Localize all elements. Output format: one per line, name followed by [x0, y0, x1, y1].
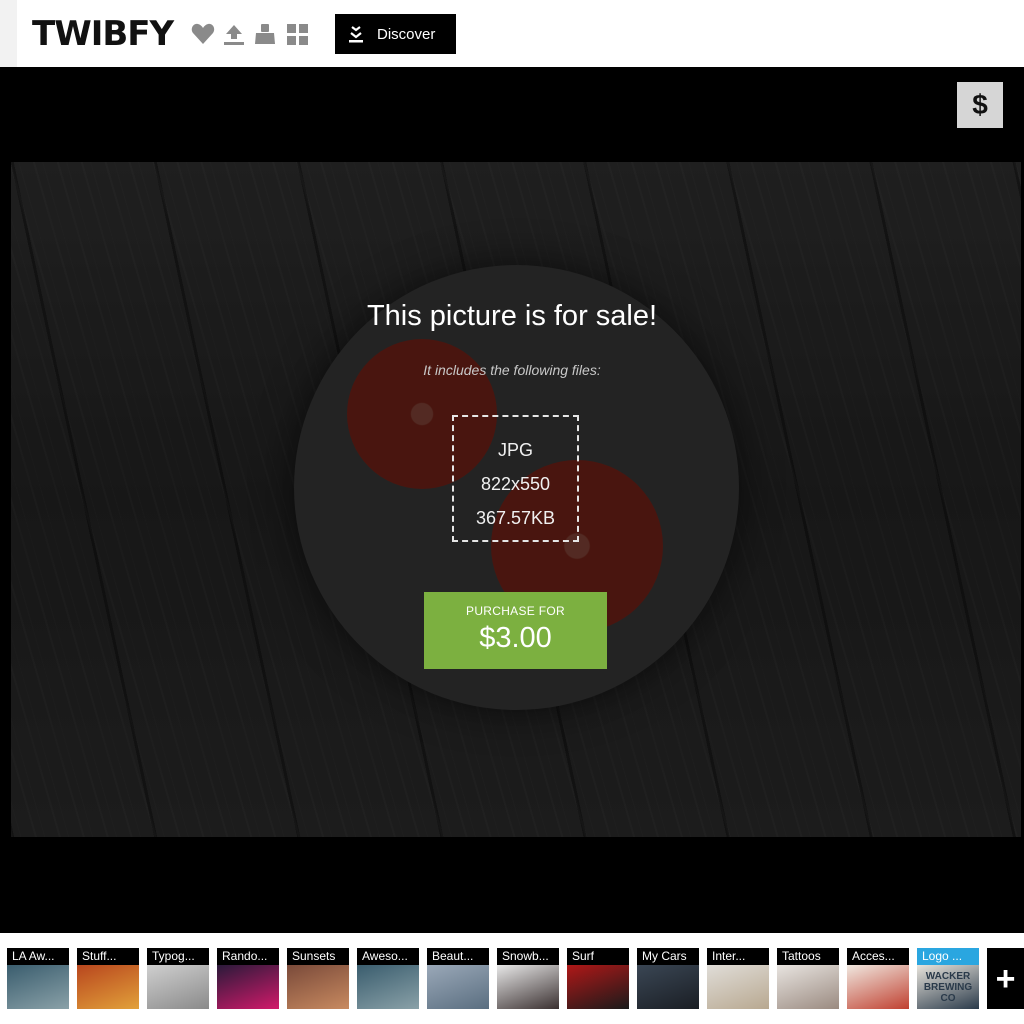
collection-thumbnail	[357, 965, 419, 1009]
collection-label: Surf	[567, 948, 629, 965]
header-edge	[0, 0, 17, 67]
collection-tile[interactable]: Tattoos	[777, 948, 839, 1009]
collection-thumbnail	[427, 965, 489, 1009]
file-type: JPG	[497, 440, 533, 460]
grid-icon[interactable]	[284, 20, 310, 48]
heart-icon[interactable]	[190, 20, 216, 48]
collection-label: Stuff...	[77, 948, 139, 965]
collection-thumbnail: WACKER BREWING CO	[917, 965, 979, 1009]
collection-label: Beaut...	[427, 948, 489, 965]
collection-label: My Cars	[637, 948, 699, 965]
purchase-label: PURCHASE FOR	[466, 604, 565, 618]
collection-label: Typog...	[147, 948, 209, 965]
collection-thumbnail	[567, 965, 629, 1009]
collection-label: Sunsets	[287, 948, 349, 965]
collection-thumbnail	[7, 965, 69, 1009]
for-sale-button[interactable]: $	[957, 82, 1003, 128]
collection-label: Tattoos	[777, 948, 839, 965]
collection-tile[interactable]: Beaut...	[427, 948, 489, 1009]
more-collections-button[interactable]: +	[987, 948, 1024, 1009]
collection-tile[interactable]: Sunsets	[287, 948, 349, 1009]
dollar-icon: $	[972, 89, 988, 120]
plus-icon: +	[995, 959, 1016, 998]
collection-tile[interactable]: Typog...	[147, 948, 209, 1009]
collection-tile[interactable]: Snowb...	[497, 948, 559, 1009]
collection-thumbnail	[77, 965, 139, 1009]
sale-title: This picture is for sale!	[366, 300, 658, 332]
site-logo[interactable]: TWIBFY	[32, 14, 174, 54]
file-size: 367.57KB	[475, 508, 556, 528]
collection-tile[interactable]: Stuff...	[77, 948, 139, 1009]
collection-label: Rando...	[217, 948, 279, 965]
collection-label: Logo ...	[917, 948, 979, 965]
collection-tile[interactable]: Logo ... WACKER BREWING CO	[917, 948, 979, 1009]
collection-tile[interactable]: Surf	[567, 948, 629, 1009]
upload-icon[interactable]	[221, 20, 247, 48]
collection-tile[interactable]: My Cars	[637, 948, 699, 1009]
file-info-box: JPG 822x550 367.57KB	[452, 415, 579, 542]
purchase-price: $3.00	[479, 622, 552, 654]
discover-chevrons-icon	[349, 26, 363, 43]
collection-label: Aweso...	[357, 948, 419, 965]
file-dimensions: 822x550	[480, 474, 551, 494]
top-navigation-bar: TWIBFY Discover	[0, 0, 1024, 67]
collection-label: Snowb...	[497, 948, 559, 965]
sale-subtitle: It includes the following files:	[423, 362, 601, 378]
collection-thumbnail	[847, 965, 909, 1009]
discover-label: Discover	[377, 25, 436, 43]
collection-tile[interactable]: Inter...	[707, 948, 769, 1009]
collection-tile[interactable]: Acces...	[847, 948, 909, 1009]
discover-button[interactable]: Discover	[335, 14, 456, 54]
collection-tile[interactable]: Aweso...	[357, 948, 419, 1009]
purchase-button[interactable]: PURCHASE FOR $3.00	[424, 592, 607, 669]
collection-thumbnail	[147, 965, 209, 1009]
collection-thumbnail-text: WACKER BREWING CO	[923, 971, 973, 1004]
collection-thumbnail	[777, 965, 839, 1009]
collection-label: Inter...	[707, 948, 769, 965]
collection-thumbnail	[707, 965, 769, 1009]
collection-thumbnail	[497, 965, 559, 1009]
collection-tile[interactable]: LA Aw...	[7, 948, 69, 1009]
collection-tile[interactable]: Rando...	[217, 948, 279, 1009]
collection-thumbnail	[637, 965, 699, 1009]
stamp-icon[interactable]	[252, 20, 278, 48]
collection-label: Acces...	[847, 948, 909, 965]
collection-thumbnail	[217, 965, 279, 1009]
collection-thumbnail	[287, 965, 349, 1009]
collection-label: LA Aw...	[7, 948, 69, 965]
